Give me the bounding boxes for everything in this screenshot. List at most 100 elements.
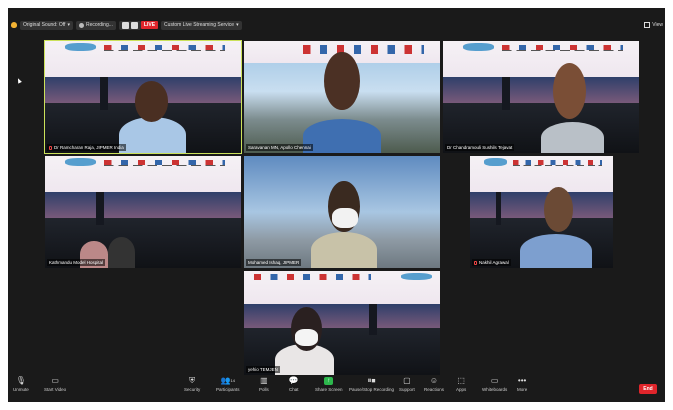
meeting-toolbar: 🎙 Unmute ▭ Start Video ⛨ Security 👥 14 Pa… [8,375,665,402]
participant-nametag: Nakhil Agrawal [472,259,511,266]
sponsor-logos [253,274,372,280]
apan-logo [64,43,96,52]
video-tile[interactable]: Dr Ramcharan Raja, JIPMER India [44,40,242,154]
participant-name: Nakhil Agrawal [479,260,509,265]
start-video-button[interactable]: ▭ Start Video [44,376,66,393]
participants-count: 14 [230,378,235,383]
participant-nametag: Kathmandu Model Hospital [47,259,106,266]
live-badge[interactable]: LIVE [140,21,159,29]
streaming-service-label: Custom Live Streaming Service [164,22,235,28]
sponsor-banner [470,156,613,192]
unmute-label: Unmute [13,387,29,392]
participants-button[interactable]: 👥 14 Participants [216,376,240,393]
chevron-down-icon: ▾ [236,22,239,28]
share-screen-label: Share Screen [315,387,343,392]
participant-head [544,187,573,233]
ellipsis-icon: ••• [517,376,527,385]
sponsor-logos-row [512,164,602,167]
reactions-button[interactable]: ☺ Reactions [424,376,445,393]
face-mask [332,207,358,228]
support-label: Support [399,387,415,392]
participant-video [107,236,136,268]
participant-nametag: yehio TEMJEN [246,366,280,373]
participant-nametag: Dr Chandramouli Sushils Tejavat [445,144,515,151]
sponsor-banner [45,41,241,77]
apan-logo [462,43,494,52]
participant-name: Kathmandu Model Hospital [49,260,104,265]
pause-recording-icon[interactable] [121,21,129,29]
support-button[interactable]: ▢ Support [399,376,415,393]
chevron-down-icon: ▾ [67,22,70,28]
apps-icon: ⬚ [457,376,465,385]
sponsor-logos-row [103,49,226,52]
zoom-window: Original Sound: Off ▾ Recording... LIVE … [8,8,665,402]
apps-button[interactable]: ⬚ Apps [456,376,467,393]
tower [99,76,108,111]
recording-icon [78,22,84,28]
mic-muted-icon [49,145,52,150]
sponsor-banner [244,271,440,305]
share-screen-icon: ↑ [324,377,334,385]
whiteboard-icon: ▭ [490,376,499,385]
polls-button[interactable]: ▥ Polls [259,377,269,393]
mic-muted-icon [474,260,477,265]
view-label: View [652,22,663,28]
more-label: More [517,387,528,392]
chat-label: Chat [289,387,299,392]
recording-indicator[interactable]: Recording... [75,20,116,30]
streaming-service-dropdown[interactable]: Custom Live Streaming Service ▾ [161,20,242,30]
tower [501,76,510,111]
mic-muted-icon: 🎙 [15,376,26,385]
participants-icon: 👥 14 [220,376,235,385]
stop-recording-icon[interactable] [130,21,138,29]
reactions-label: Reactions [424,387,445,392]
face-mask [294,329,319,346]
whiteboards-label: Whiteboards [482,387,508,392]
sponsor-banner [45,156,241,192]
participant-head [324,52,360,111]
original-sound-toggle[interactable]: Original Sound: Off ▾ [20,20,73,30]
whiteboards-button[interactable]: ▭ Whiteboards [482,376,508,393]
tower [369,304,378,336]
mouse-cursor-icon [16,77,22,84]
video-tile[interactable]: Nakhil Agrawal [470,156,613,268]
end-meeting-button[interactable]: End [639,384,657,394]
sponsor-banner [443,41,639,77]
video-off-icon: ▭ [51,376,59,385]
view-button[interactable]: View [644,18,663,32]
video-tile[interactable]: Kathmandu Model Hospital [45,156,241,268]
video-tile[interactable]: Dr Chandramouli Sushils Tejavat [443,41,639,153]
participant-video [302,119,382,153]
recording-controls [118,20,141,30]
tower [495,191,502,226]
video-tile[interactable]: Mohamed Ishaq, JIPMER [244,156,440,268]
share-screen-button[interactable]: ↑ Share Screen [315,377,343,392]
participant-nametag: Saravanan MN, Apollo Chennai [246,144,313,151]
security-button[interactable]: ⛨ Security [184,376,201,393]
grid-view-icon [644,22,651,28]
smiley-icon: ☺ [429,376,439,385]
support-icon: ▢ [403,376,411,385]
apps-label: Apps [456,387,467,392]
original-sound-label: Original Sound: Off [23,22,66,28]
participant-name: Dr Chandramouli Sushils Tejavat [447,145,513,150]
participant-video [310,232,378,268]
participant-video [541,121,604,153]
participants-label: Participants [216,387,240,392]
participant-nametag: Dr Ramcharan Raja, JIPMER India [47,144,126,151]
more-button[interactable]: ••• More [517,376,528,393]
video-tile[interactable]: Saravanan MN, Apollo Chennai [244,41,440,153]
shield-icon: ⛨ [189,376,196,385]
pause-recording-button[interactable]: ⏸⏹ Pause/Stop Recording [349,377,394,393]
chat-button[interactable]: 💬 Chat [288,376,299,393]
participant-nametag: Mohamed Ishaq, JIPMER [246,259,302,266]
recording-label: Recording... [85,22,113,28]
video-tile[interactable]: yehio TEMJEN [244,271,440,375]
security-label: Security [184,387,201,392]
tower [95,191,104,226]
sponsor-logos-row [103,164,226,167]
security-shield-icon[interactable] [11,22,17,28]
unmute-button[interactable]: 🎙 Unmute [13,376,29,393]
participant-name: Mohamed Ishaq, JIPMER [248,260,300,265]
chat-bubble-icon: 💬 [288,376,299,385]
